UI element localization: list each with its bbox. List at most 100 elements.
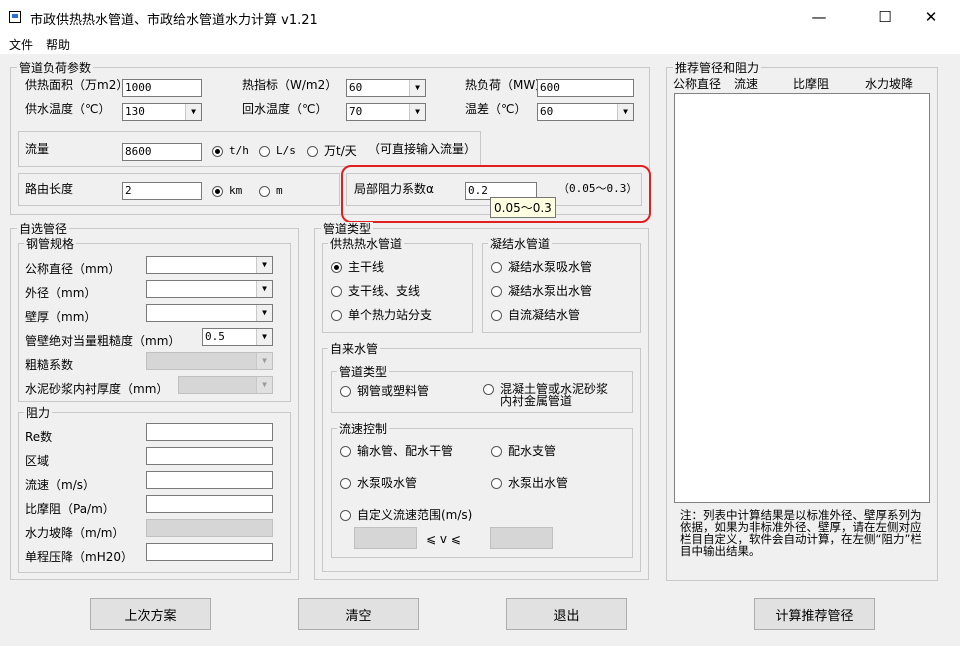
recommend-title: 推荐管径和阻力 — [673, 61, 762, 75]
friction-output — [146, 495, 273, 513]
load-params-title: 管道负荷参数 — [17, 61, 94, 75]
dist-branch-radio[interactable]: 配水支管 — [491, 444, 556, 458]
steel-plastic-radio[interactable]: 钢管或塑料管 — [340, 384, 429, 398]
speed-control-title: 流速控制 — [337, 422, 390, 436]
pressure-drop-output — [146, 543, 273, 561]
supply-temp-select[interactable]: 130 ▼ — [122, 103, 202, 121]
heat-index-select[interactable]: 60 ▼ — [346, 79, 426, 97]
friction-label: 比摩阻（Pa/m） — [25, 502, 115, 516]
od-select[interactable]: ▼ — [146, 280, 273, 298]
chevron-down-icon[interactable]: ▼ — [256, 329, 272, 345]
chevron-down-icon[interactable]: ▼ — [409, 80, 425, 96]
heat-load-input[interactable]: 600 — [537, 79, 634, 97]
steel-spec-title: 钢管规格 — [24, 237, 77, 251]
col-velocity-header: 流速 — [734, 77, 759, 91]
flow-unit-ls-radio[interactable]: L/s — [259, 144, 296, 158]
roughness-select[interactable]: 0.5 ▼ — [202, 328, 273, 346]
pump-outlet-radio[interactable]: 水泵出水管 — [491, 476, 568, 490]
chevron-down-icon[interactable]: ▼ — [256, 305, 272, 321]
chevron-down-icon[interactable]: ▼ — [256, 257, 272, 273]
route-unit-m-radio[interactable]: m — [259, 184, 283, 198]
route-label: 路由长度 — [25, 182, 74, 196]
menu-help[interactable]: 帮助 — [46, 36, 70, 53]
area-label: 供热面积（万m2） — [25, 78, 129, 92]
condensate-title: 凝结水管道 — [488, 237, 553, 251]
rough-coef-select: ▼ — [146, 352, 273, 370]
mortar-label: 水泥砂浆内衬厚度（mm） — [25, 382, 169, 396]
exit-button[interactable]: 退出 — [506, 598, 627, 630]
heat-load-label: 热负荷（MW） — [465, 78, 548, 92]
heat-index-label: 热指标（W/m2） — [242, 78, 338, 92]
slope-output — [146, 519, 273, 537]
return-temp-label: 回水温度（℃） — [242, 102, 328, 116]
flow-label: 流量 — [25, 142, 50, 156]
single-station-radio[interactable]: 单个热力站分支 — [331, 308, 432, 322]
chevron-down-icon[interactable]: ▼ — [256, 281, 272, 297]
tap-water-title: 自来水管 — [328, 342, 381, 356]
heat-pipe-title: 供热热水管道 — [328, 237, 405, 251]
flow-unit-th-radio[interactable]: t/h — [212, 144, 249, 158]
app-icon — [9, 11, 21, 23]
roughness-label: 管壁绝对当量粗糙度（mm） — [25, 334, 181, 348]
chevron-down-icon: ▼ — [256, 377, 272, 393]
temp-diff-select[interactable]: 60 ▼ — [537, 103, 634, 121]
pipe-type-title: 管道类型 — [321, 222, 374, 236]
window-title: 市政供热热水管道、市政给水管道水力计算 v1.21 — [30, 13, 318, 28]
previous-scheme-button[interactable]: 上次方案 — [90, 598, 211, 630]
dn-select[interactable]: ▼ — [146, 256, 273, 274]
chevron-down-icon[interactable]: ▼ — [617, 104, 633, 120]
slope-label: 水力坡降（m/m） — [25, 526, 125, 540]
cond-pump-outlet-radio[interactable]: 凝结水泵出水管 — [491, 284, 592, 298]
custom-speed-radio[interactable]: 自定义流速范围(m/s) — [340, 508, 472, 522]
recommend-note: 注：列表中计算结果是以标准外径、壁厚系列为依据，如果为非标准外径、壁厚，请在左侧… — [680, 508, 922, 558]
branch-line-radio[interactable]: 支干线、支线 — [331, 284, 420, 298]
return-temp-select[interactable]: 70 ▼ — [346, 103, 426, 121]
minimize-button[interactable]: — — [796, 0, 842, 34]
col-dn-header: 公称直径 — [673, 77, 722, 91]
concrete-pipe-radio[interactable]: 混凝土管或水泥砂浆 内衬金属管道 — [483, 383, 608, 407]
col-friction-header: 比摩阻 — [793, 77, 830, 91]
route-input[interactable]: 2 — [122, 182, 202, 200]
clear-button[interactable]: 清空 — [298, 598, 419, 630]
custom-diameter-title: 自选管径 — [17, 222, 70, 236]
pressure-drop-label: 单程压降（mH20） — [25, 550, 133, 564]
speed-min-input — [354, 527, 417, 549]
close-button[interactable]: ✕ — [908, 0, 954, 34]
supply-temp-label: 供水温度（℃） — [25, 102, 111, 116]
results-listbox[interactable] — [674, 93, 930, 503]
pump-suction-radio[interactable]: 水泵吸水管 — [340, 476, 417, 490]
rough-coef-label: 粗糙系数 — [25, 358, 74, 372]
trunk-main-radio[interactable]: 输水管、配水干管 — [340, 444, 453, 458]
tooltip: 0.05～0.3 — [490, 197, 556, 218]
chevron-down-icon[interactable]: ▼ — [185, 104, 201, 120]
main-line-radio[interactable]: 主干线 — [331, 260, 384, 274]
velocity-label: 流速（m/s） — [25, 478, 95, 492]
chevron-down-icon: ▼ — [256, 353, 272, 369]
wall-select[interactable]: ▼ — [146, 304, 273, 322]
area-input[interactable]: 1000 — [122, 79, 202, 97]
flow-unit-wtd-radio[interactable]: 万t/天 — [307, 144, 357, 158]
flow-input[interactable]: 8600 — [122, 143, 202, 161]
speed-range-symbol: ⩽ v ⩽ — [426, 532, 461, 546]
velocity-output — [146, 471, 273, 489]
wall-label: 壁厚（mm） — [25, 310, 97, 324]
tap-pipe-type-title: 管道类型 — [337, 365, 390, 379]
speed-max-input — [490, 527, 553, 549]
cond-pump-suction-radio[interactable]: 凝结水泵吸水管 — [491, 260, 592, 274]
re-label: Re数 — [25, 430, 53, 444]
calculate-button[interactable]: 计算推荐管径 — [754, 598, 875, 630]
menu-file[interactable]: 文件 — [9, 36, 33, 53]
chevron-down-icon[interactable]: ▼ — [409, 104, 425, 120]
menu-bar — [0, 34, 960, 54]
dn-label: 公称直径（mm） — [25, 262, 121, 276]
resist-title: 阻力 — [24, 406, 53, 420]
mortar-select: ▼ — [178, 376, 273, 394]
zone-label: 区域 — [25, 454, 50, 468]
zone-output — [146, 447, 273, 465]
route-unit-km-radio[interactable]: km — [212, 184, 242, 198]
re-output — [146, 423, 273, 441]
temp-diff-label: 温差（℃） — [465, 102, 527, 116]
cond-gravity-radio[interactable]: 自流凝结水管 — [491, 308, 580, 322]
maximize-button[interactable]: ☐ — [862, 0, 908, 34]
flow-note: （可直接输入流量） — [368, 142, 477, 156]
